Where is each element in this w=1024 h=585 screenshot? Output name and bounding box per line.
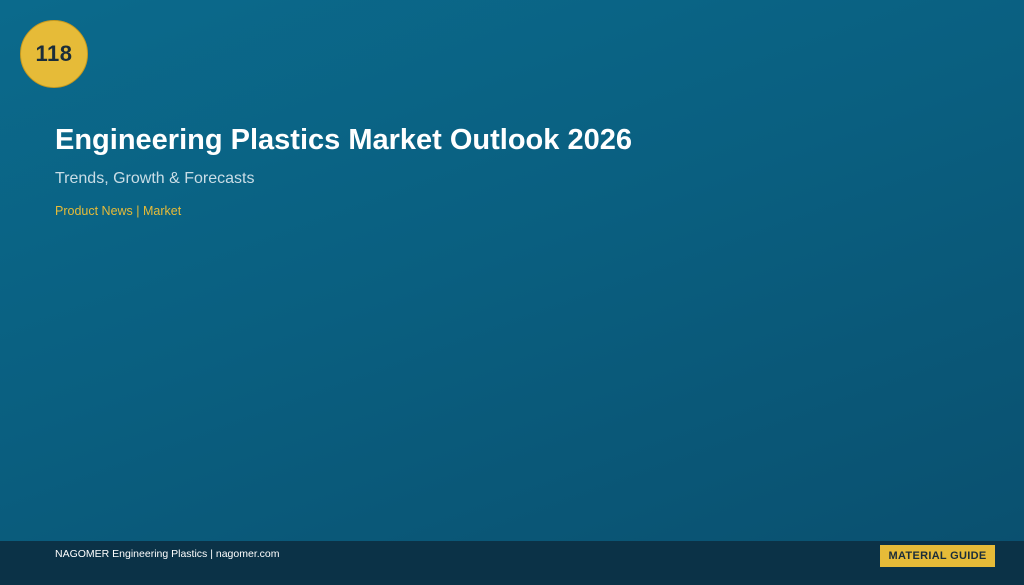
page-title: Engineering Plastics Market Outlook 2026 [55, 124, 632, 156]
issue-number-badge: 118 [20, 20, 88, 88]
footer-brand: NAGOMER Engineering Plastics | nagomer.c… [55, 548, 280, 560]
material-guide-tag: MATERIAL GUIDE [880, 545, 995, 567]
category-label: Product News | Market [55, 204, 182, 218]
footer-bar: NAGOMER Engineering Plastics | nagomer.c… [0, 541, 1024, 585]
cover-slide: 118 Engineering Plastics Market Outlook … [0, 0, 1024, 541]
page-subtitle: Trends, Growth & Forecasts [55, 170, 255, 187]
